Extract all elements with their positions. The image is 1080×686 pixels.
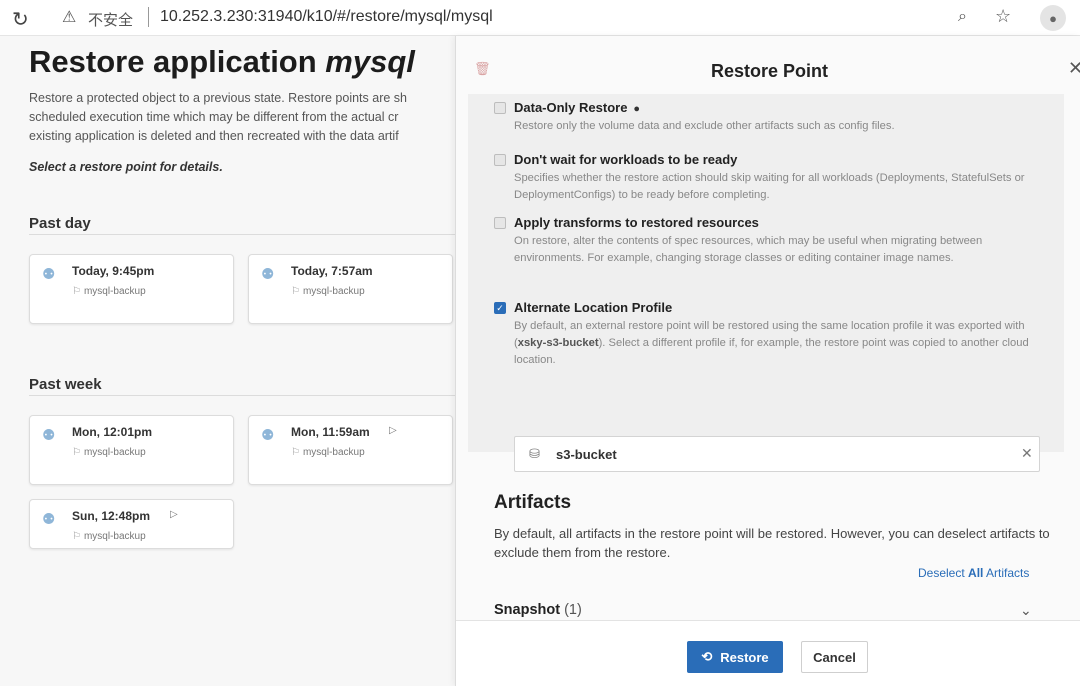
snapshot-group-header[interactable]: Snapshot (1) bbox=[494, 602, 582, 618]
section-title-past-week: Past week bbox=[29, 376, 102, 393]
comment-icon[interactable]: ● bbox=[633, 103, 640, 115]
restore-point-panel: 🗑 Restore Point ✕ Data-Only Restore ● Res… bbox=[455, 36, 1080, 686]
exported-play-icon: ▷ bbox=[170, 509, 178, 520]
deselect-all: All bbox=[968, 566, 984, 580]
restore-point-pin-icon: ⚉ bbox=[261, 266, 275, 283]
restore-options: Data-Only Restore ● Restore only the volu… bbox=[468, 94, 1064, 472]
option-title-text: Data-Only Restore bbox=[514, 100, 628, 115]
description-line: scheduled execution time which may be di… bbox=[29, 110, 399, 124]
restore-point-policy: ⚐ mysql-backup bbox=[291, 286, 365, 297]
policy-name: mysql-backup bbox=[83, 531, 146, 542]
option-description: On restore, alter the contents of spec r… bbox=[514, 235, 983, 264]
snapshot-label: Snapshot bbox=[494, 602, 561, 618]
restore-button[interactable]: ⟲ Restore bbox=[687, 641, 783, 673]
address-bar[interactable]: 10.252.3.230:31940/k10/#/restore/mysql/m… bbox=[160, 8, 493, 26]
section-title-past-day: Past day bbox=[29, 215, 91, 232]
page-title-prefix: Restore application bbox=[29, 44, 326, 79]
data-only-checkbox[interactable] bbox=[494, 102, 506, 114]
zoom-icon[interactable]: ⌕ bbox=[958, 8, 967, 26]
security-label[interactable]: 不安全 bbox=[88, 9, 133, 30]
restore-point-time: Mon, 11:59am bbox=[291, 425, 370, 439]
option-title[interactable]: Alternate Location Profile bbox=[514, 300, 672, 315]
apply-transforms-checkbox[interactable] bbox=[494, 217, 506, 229]
selected-profile: s3-bucket bbox=[556, 447, 617, 462]
restore-button-label: Restore bbox=[720, 649, 769, 665]
restore-point-time: Mon, 12:01pm bbox=[72, 425, 153, 439]
description-line: existing application is deleted and then… bbox=[29, 129, 399, 143]
cancel-button[interactable]: Cancel bbox=[801, 641, 868, 673]
restore-icon: ⟲ bbox=[701, 649, 713, 664]
restore-application-page: Restore application mysql Restore a prot… bbox=[0, 36, 460, 686]
policy-icon: ⚐ bbox=[72, 286, 81, 297]
option-description: Restore only the volume data and exclude… bbox=[514, 120, 895, 132]
current-profile-name: xsky-s3-bucket bbox=[517, 337, 599, 349]
chevron-down-icon[interactable]: ⌄ bbox=[1020, 602, 1032, 619]
page-title-app: mysql bbox=[325, 44, 415, 79]
bookmark-star-icon[interactable]: ☆ bbox=[995, 6, 1011, 27]
policy-icon: ⚐ bbox=[72, 531, 81, 542]
artifacts-heading: Artifacts bbox=[494, 492, 572, 513]
policy-name: mysql-backup bbox=[302, 447, 365, 458]
restore-point-time: Today, 9:45pm bbox=[72, 264, 155, 278]
description-line: Restore a protected object to a previous… bbox=[29, 91, 407, 105]
page-description: Restore a protected object to a previous… bbox=[29, 89, 469, 146]
option-title[interactable]: Don't wait for workloads to be ready bbox=[514, 152, 737, 167]
restore-point-card[interactable]: ⚉ Today, 7:57am ⚐ mysql-backup bbox=[248, 254, 453, 324]
policy-icon: ⚐ bbox=[72, 447, 81, 458]
restore-point-card[interactable]: ⚉ Mon, 11:59am ▷ ⚐ mysql-backup bbox=[248, 415, 453, 485]
policy-name: mysql-backup bbox=[83, 447, 146, 458]
restore-point-card[interactable]: ⚉ Today, 9:45pm ⚐ mysql-backup bbox=[29, 254, 234, 324]
restore-point-policy: ⚐ mysql-backup bbox=[72, 531, 146, 542]
policy-icon: ⚐ bbox=[291, 286, 300, 297]
clear-selection-icon[interactable]: ✕ bbox=[1021, 445, 1033, 462]
restore-point-pin-icon: ⚉ bbox=[42, 511, 56, 528]
restore-point-time: Sun, 12:48pm bbox=[72, 509, 151, 523]
deselect-pre: Deselect bbox=[918, 566, 969, 580]
restore-point-policy: ⚐ mysql-backup bbox=[72, 447, 146, 458]
section-divider bbox=[29, 234, 459, 235]
restore-point-time: Today, 7:57am bbox=[291, 264, 373, 278]
option-title[interactable]: Apply transforms to restored resources bbox=[514, 215, 759, 230]
section-divider bbox=[29, 395, 459, 396]
artifacts-description: By default, all artifacts in the restore… bbox=[494, 526, 1050, 560]
exported-play-icon: ▷ bbox=[389, 425, 397, 436]
option-description: By default, an external restore point wi… bbox=[514, 318, 1044, 369]
restore-point-pin-icon: ⚉ bbox=[42, 427, 56, 444]
trash-icon[interactable]: 🗑 bbox=[474, 61, 491, 77]
location-profile-select[interactable]: ⛁ s3-bucket ✕ bbox=[514, 436, 1040, 472]
address-divider bbox=[148, 7, 149, 27]
restore-point-policy: ⚐ mysql-backup bbox=[291, 447, 365, 458]
select-hint: Select a restore point for details. bbox=[29, 160, 223, 174]
skip-wait-checkbox[interactable] bbox=[494, 154, 506, 166]
panel-title: Restore Point bbox=[711, 61, 829, 81]
restore-point-pin-icon: ⚉ bbox=[261, 427, 275, 444]
snapshot-count: (1) bbox=[564, 602, 582, 618]
restore-point-policy: ⚐ mysql-backup bbox=[72, 286, 146, 297]
profile-avatar-icon[interactable]: ● bbox=[1040, 5, 1066, 31]
deselect-post: Artifacts bbox=[983, 566, 1030, 580]
page-title: Restore application mysql bbox=[29, 44, 415, 80]
restore-point-card[interactable]: ⚉ Mon, 12:01pm ⚐ mysql-backup bbox=[29, 415, 234, 485]
alternate-location-checkbox[interactable]: ✓ bbox=[494, 302, 506, 314]
policy-name: mysql-backup bbox=[302, 286, 365, 297]
reload-icon[interactable]: ↻ bbox=[12, 7, 29, 32]
policy-name: mysql-backup bbox=[83, 286, 146, 297]
option-description: Specifies whether the restore action sho… bbox=[514, 172, 1025, 201]
option-title[interactable]: Data-Only Restore ● bbox=[514, 100, 640, 115]
panel-footer: ⟲ Restore Cancel bbox=[456, 620, 1080, 686]
restore-point-pin-icon: ⚉ bbox=[42, 266, 56, 283]
warning-icon[interactable]: ⚠ bbox=[62, 7, 76, 27]
deselect-all-artifacts-link[interactable]: Deselect All Artifacts bbox=[918, 566, 1029, 580]
bucket-icon: ⛁ bbox=[529, 446, 540, 461]
close-icon[interactable]: ✕ bbox=[1068, 58, 1080, 79]
browser-toolbar: ↻ ⚠ 不安全 10.252.3.230:31940/k10/#/restore… bbox=[0, 0, 1080, 36]
restore-point-card[interactable]: ⚉ Sun, 12:48pm ▷ ⚐ mysql-backup bbox=[29, 499, 234, 549]
policy-icon: ⚐ bbox=[291, 447, 300, 458]
